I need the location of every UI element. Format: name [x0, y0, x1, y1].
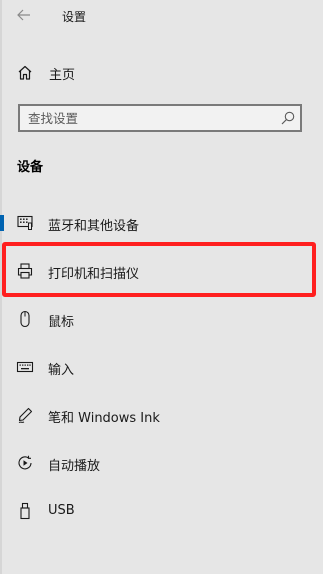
- pen-icon: [16, 406, 34, 424]
- nav-item-mouse[interactable]: 鼠标: [0, 299, 323, 339]
- mouse-icon: [16, 310, 34, 328]
- bluetooth-devices-icon: [16, 214, 34, 232]
- section-title: 设备: [17, 160, 44, 175]
- home-label: 主页: [49, 68, 76, 83]
- back-arrow-icon: [17, 9, 31, 21]
- nav-item-label: USB: [48, 503, 75, 518]
- search-box: [18, 104, 302, 132]
- nav-item-label: 鼠标: [48, 315, 75, 330]
- search-icon[interactable]: [280, 110, 296, 126]
- back-button[interactable]: [10, 2, 38, 28]
- nav-item-pen[interactable]: 笔和 Windows Ink: [0, 395, 323, 435]
- nav-item-label: 打印机和扫描仪: [48, 267, 140, 282]
- window-title: 设置: [62, 10, 87, 24]
- nav-item-label: 自动播放: [48, 459, 101, 474]
- autoplay-icon: [16, 454, 34, 472]
- nav-item-autoplay[interactable]: 自动播放: [0, 443, 323, 483]
- settings-panel: 设置 主页 设备: [0, 0, 323, 574]
- home-link[interactable]: 主页: [0, 56, 323, 90]
- title-bar: 设置: [0, 0, 323, 32]
- printer-icon: [16, 262, 34, 280]
- usb-icon: [16, 502, 34, 520]
- selected-indicator: [0, 215, 4, 231]
- nav-item-bluetooth[interactable]: 蓝牙和其他设备: [0, 203, 323, 243]
- search-input[interactable]: [28, 109, 278, 127]
- nav-item-typing[interactable]: 输入: [0, 347, 323, 387]
- nav-item-usb[interactable]: USB: [0, 491, 323, 531]
- nav-item-printers[interactable]: 打印机和扫描仪: [0, 251, 323, 291]
- nav-item-label: 蓝牙和其他设备: [48, 219, 140, 234]
- keyboard-icon: [16, 358, 34, 376]
- home-icon: [16, 64, 34, 82]
- nav-item-label: 输入: [48, 363, 75, 378]
- nav-item-label: 笔和 Windows Ink: [48, 411, 160, 426]
